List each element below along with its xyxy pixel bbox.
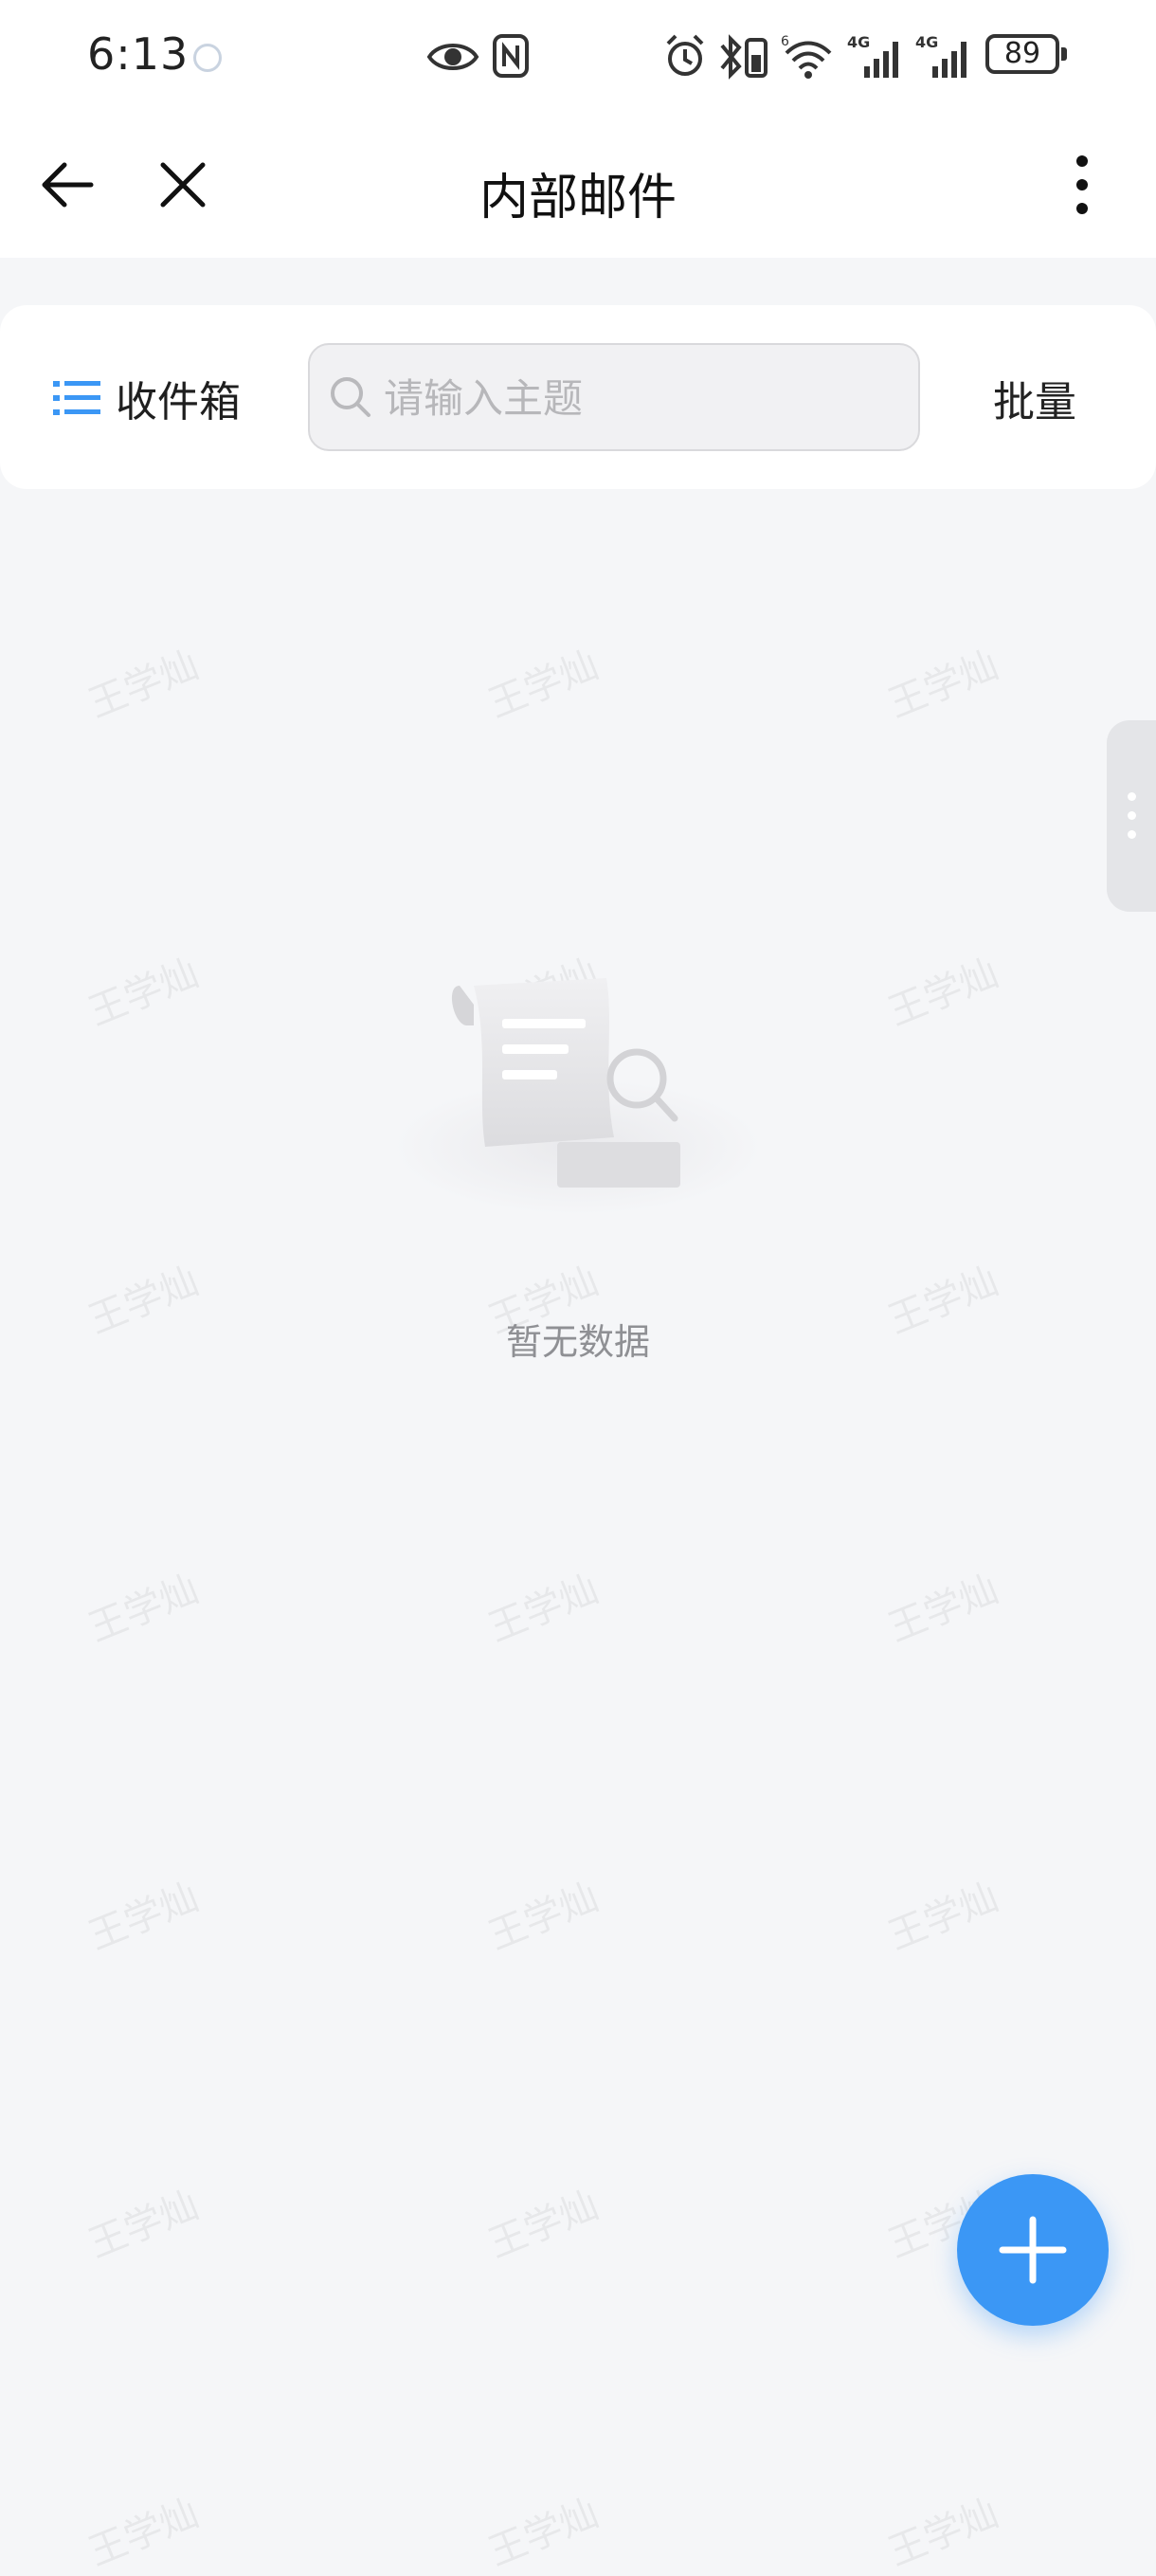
handle-dot — [1128, 792, 1136, 801]
watermark: 王学灿 — [82, 1875, 205, 1959]
handle-dot — [1128, 811, 1136, 820]
empty-state-text: 暂无数据 — [505, 1321, 650, 1363]
search-box[interactable] — [308, 343, 920, 451]
status-bar: 6:13 6 4G 4G 89 — [0, 0, 1156, 114]
batch-button[interactable]: 批量 — [993, 368, 1076, 428]
plus-icon — [999, 2216, 1067, 2284]
notification-dot-icon — [193, 44, 222, 72]
nfc-icon — [493, 34, 529, 78]
watermark: 王学灿 — [482, 643, 605, 727]
battery-icon: 89 — [985, 34, 1067, 74]
nav-bar: 内部邮件 — [0, 114, 1156, 258]
svg-text:4G: 4G — [915, 33, 938, 51]
watermark: 王学灿 — [82, 951, 205, 1035]
svg-text:4G: 4G — [847, 33, 870, 51]
list-icon — [53, 381, 100, 415]
more-menu-icon[interactable] — [1049, 152, 1115, 218]
search-icon — [331, 377, 370, 417]
wifi-icon: 6 — [781, 34, 832, 79]
watermark: 王学灿 — [82, 2491, 205, 2575]
watermark: 王学灿 — [82, 1567, 205, 1651]
watermark: 王学灿 — [482, 1875, 605, 1959]
compose-button[interactable] — [957, 2174, 1109, 2326]
status-time: 6:13 — [87, 28, 190, 80]
folder-selector[interactable]: 收件箱 — [53, 368, 241, 428]
signal-4g-icon: 4G — [847, 33, 898, 78]
side-drawer-handle[interactable] — [1107, 720, 1156, 912]
watermark: 王学灿 — [882, 1567, 1004, 1651]
watermark: 王学灿 — [482, 2491, 605, 2575]
watermark: 王学灿 — [482, 1567, 605, 1651]
page-title: 内部邮件 — [479, 170, 677, 227]
watermark: 王学灿 — [882, 951, 1004, 1035]
signal-4g-icon-2: 4G — [915, 33, 966, 78]
bluetooth-battery-icon — [720, 34, 768, 80]
watermark: 王学灿 — [482, 2183, 605, 2267]
empty-state-illustration — [393, 978, 763, 1215]
handle-dot — [1128, 830, 1136, 839]
mail-toolbar: 收件箱 批量 — [0, 305, 1156, 489]
folder-label: 收件箱 — [116, 378, 241, 426]
eye-icon — [426, 44, 479, 70]
watermark: 王学灿 — [882, 643, 1004, 727]
watermark: 王学灿 — [82, 643, 205, 727]
watermark: 王学灿 — [882, 2491, 1004, 2575]
alarm-icon — [666, 34, 704, 76]
svg-text:6: 6 — [781, 34, 789, 49]
watermark: 王学灿 — [882, 1875, 1004, 1959]
search-input[interactable] — [382, 366, 897, 430]
watermark: 王学灿 — [82, 2183, 205, 2267]
